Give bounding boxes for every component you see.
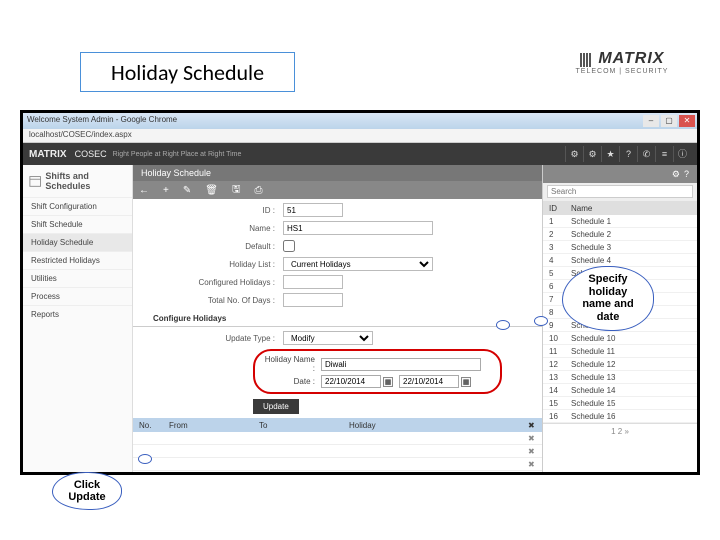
panel-toolbar: ← + ✎ 🗑 🖫 ⎙ <box>133 181 542 199</box>
list-item[interactable]: 16Schedule 16 <box>543 410 697 423</box>
star-icon[interactable]: ★ <box>601 146 619 162</box>
configured-label: Configured Holidays : <box>153 278 283 287</box>
total-days-label: Total No. Of Days : <box>153 296 283 305</box>
list-item[interactable]: 13Schedule 13 <box>543 371 697 384</box>
id-label: ID : <box>153 206 283 215</box>
slide-title: Holiday Schedule <box>80 52 295 92</box>
list-item[interactable]: 2Schedule 2 <box>543 228 697 241</box>
brand-logo: MATRIX TELECOM | SECURITY <box>552 50 692 75</box>
logo-bars-icon <box>580 53 592 67</box>
calendar-icon <box>29 174 41 188</box>
save-icon[interactable]: 🖫 <box>232 182 241 199</box>
name-label: Name : <box>153 224 283 233</box>
info-icon[interactable]: ⓘ <box>673 146 691 162</box>
name-input[interactable] <box>283 221 433 235</box>
list-item[interactable]: 10Schedule 10 <box>543 332 697 345</box>
window-maximize-button[interactable]: ▢ <box>661 115 677 127</box>
home-icon[interactable]: ⚙ <box>565 146 583 162</box>
holiday-grid: No. From To Holiday ✖ ✖ ✖ ✖ ✖ ✖ <box>133 418 542 475</box>
settings-icon[interactable]: ⚙ <box>583 146 601 162</box>
date-label: Date : <box>261 377 321 386</box>
list-item[interactable]: 14Schedule 14 <box>543 384 697 397</box>
date-to-input[interactable] <box>399 375 459 388</box>
holiday-name-input[interactable] <box>321 358 481 371</box>
callout-specify: Specify holiday name and date <box>562 266 654 331</box>
window-close-button[interactable]: ✕ <box>679 115 695 127</box>
list-item[interactable]: 11Schedule 11 <box>543 345 697 358</box>
list-item[interactable]: 12Schedule 12 <box>543 358 697 371</box>
update-type-label: Update Type : <box>153 334 283 343</box>
callout-connector-dot <box>138 454 152 464</box>
highlighted-fields: Holiday Name : Date : ▦ ▦ <box>253 349 502 394</box>
sidebar-section: Shifts and Schedules <box>23 165 132 197</box>
brand-subtitle: TELECOM | SECURITY <box>552 68 692 75</box>
callout-update: Click Update <box>52 472 122 510</box>
sidebar-item[interactable]: Shift Configuration <box>23 197 132 215</box>
sidebar-item[interactable]: Utilities <box>23 269 132 287</box>
list-item[interactable]: 15Schedule 15 <box>543 397 697 410</box>
sidebar-section-label: Shifts and Schedules <box>45 171 126 191</box>
window-title: Welcome System Admin - Google Chrome <box>27 115 177 124</box>
app-header: MATRIX COSEC Right People at Right Place… <box>23 143 697 165</box>
update-button[interactable]: Update <box>253 399 299 414</box>
sidebar: Shifts and Schedules Shift Configuration… <box>23 165 133 472</box>
chrome-titlebar: Welcome System Admin - Google Chrome – ▢… <box>23 113 697 129</box>
date-from-input[interactable] <box>321 375 381 388</box>
menu-icon[interactable]: ≡ <box>655 146 673 162</box>
form-panel: Holiday Schedule ← + ✎ 🗑 🖫 ⎙ ID : Name : <box>133 165 542 472</box>
brand-name: MATRIX <box>598 50 664 67</box>
help-icon[interactable]: ? <box>684 169 689 179</box>
sidebar-item[interactable]: Reports <box>23 305 132 323</box>
sidebar-item[interactable]: Shift Schedule <box>23 215 132 233</box>
app-top-icons: ⚙ ⚙ ★ ? ✆ ≡ ⓘ <box>565 143 691 165</box>
col-holiday: Holiday <box>343 421 522 430</box>
default-checkbox[interactable] <box>283 239 295 253</box>
id-input[interactable] <box>283 203 343 217</box>
update-type-select[interactable]: Modify <box>283 331 373 345</box>
edit-icon[interactable]: ✎ <box>183 185 191 196</box>
back-icon[interactable]: ← <box>139 185 149 196</box>
holiday-name-label: Holiday Name : <box>261 355 321 373</box>
help-icon[interactable]: ? <box>619 146 637 162</box>
callout-connector-dot <box>534 316 548 326</box>
sidebar-item[interactable]: Holiday Schedule <box>23 233 132 251</box>
list-item[interactable]: 1Schedule 1 <box>543 215 697 228</box>
window-minimize-button[interactable]: – <box>643 115 659 127</box>
col-from: From <box>163 421 253 430</box>
holiday-list-select[interactable]: Current Holidays <box>283 257 433 271</box>
calendar-to-icon[interactable]: ▦ <box>461 377 471 387</box>
app-product: COSEC <box>75 149 107 159</box>
pager[interactable]: 1 2 » <box>543 423 697 439</box>
app-brand: MATRIX <box>29 149 67 160</box>
search-input[interactable] <box>547 185 693 198</box>
app-tagline: Right People at Right Place at Right Tim… <box>113 151 242 158</box>
col-name: Name <box>571 204 697 213</box>
sidebar-item[interactable]: Process <box>23 287 132 305</box>
panel-title: Holiday Schedule <box>133 165 542 181</box>
delete-icon[interactable]: 🗑 <box>205 185 218 196</box>
row-delete-icon[interactable]: ✖ <box>522 473 542 476</box>
configured-input[interactable] <box>283 275 343 289</box>
list-item[interactable]: 3Schedule 3 <box>543 241 697 254</box>
row-delete-icon[interactable]: ✖ <box>522 434 542 443</box>
address-bar[interactable]: localhost/COSEC/index.aspx <box>23 129 697 143</box>
row-delete-icon[interactable]: ✖ <box>522 447 542 456</box>
add-icon[interactable]: + <box>163 185 169 196</box>
settings-icon[interactable]: ⚙ <box>672 169 680 180</box>
col-id: ID <box>543 204 571 213</box>
sidebar-item[interactable]: Restricted Holidays <box>23 251 132 269</box>
holiday-list-label: Holiday List : <box>153 260 283 269</box>
list-item[interactable]: 4Schedule 4 <box>543 254 697 267</box>
phone-icon[interactable]: ✆ <box>637 146 655 162</box>
col-delete: ✖ <box>522 421 542 430</box>
default-label: Default : <box>153 242 283 251</box>
row-delete-icon[interactable]: ✖ <box>522 460 542 469</box>
col-no: No. <box>133 421 163 430</box>
callout-connector-dot <box>496 320 510 330</box>
calendar-from-icon[interactable]: ▦ <box>383 377 393 387</box>
total-days-input[interactable] <box>283 293 343 307</box>
configure-section: Configure Holidays <box>133 311 542 327</box>
print-icon[interactable]: ⎙ <box>254 185 262 196</box>
col-to: To <box>253 421 343 430</box>
